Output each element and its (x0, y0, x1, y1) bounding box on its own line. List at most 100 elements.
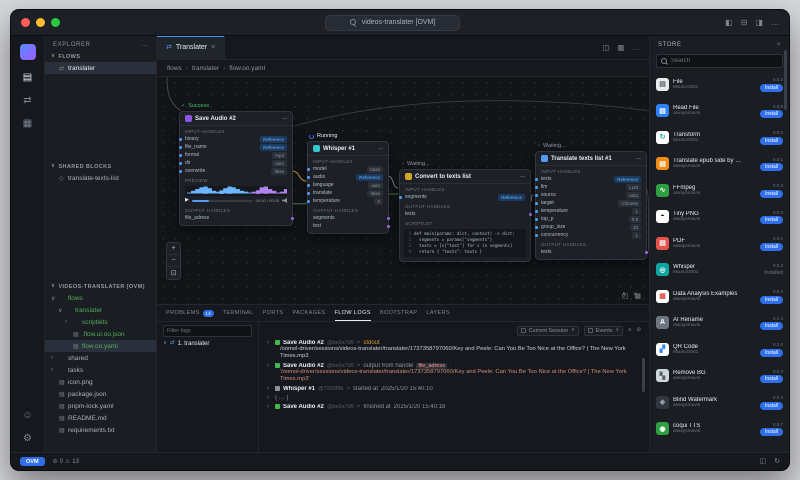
minimize-window-button[interactable] (36, 18, 45, 27)
layout-icon[interactable] (760, 458, 767, 465)
input-port-row[interactable]: temperature 0 (306, 197, 388, 205)
input-port-row[interactable]: concurrency 1 (534, 231, 646, 239)
account-icon[interactable] (22, 411, 32, 421)
file-tree-item[interactable]: › tasks (45, 364, 156, 376)
explorer-more-icon[interactable] (141, 42, 148, 48)
breadcrumb-translater[interactable]: translater (182, 65, 219, 72)
filter-logs-input[interactable] (163, 325, 252, 337)
section-project[interactable]: VIDEOS-TRANSLATER [OVM] (45, 282, 156, 292)
file-tree-item[interactable]: ▤ requirements.txt (45, 424, 156, 436)
section-flows[interactable]: FLOWS (45, 52, 156, 62)
volume-icon[interactable] (282, 198, 287, 203)
explorer-icon[interactable] (23, 73, 32, 83)
install-button[interactable]: Install (759, 401, 783, 410)
store-item[interactable]: ▤ Read File alwaysmavis 0.0.8 Install (655, 98, 784, 125)
store-item[interactable]: ◎ Whisper MixaUct001 0.0.2 Installed (655, 257, 784, 284)
install-button[interactable]: Install (759, 348, 783, 357)
expand-caret-icon[interactable]: › (267, 340, 272, 346)
sync-icon[interactable] (774, 458, 780, 465)
input-port-row[interactable]: top_p 0.9 (534, 215, 646, 223)
panel-tab[interactable]: PORTS (263, 305, 284, 321)
shared-block-item[interactable]: ◇ translate-texts-list (45, 172, 156, 184)
panel-tab[interactable]: PACKAGES (292, 305, 325, 321)
session-select[interactable]: Current Session (516, 325, 579, 336)
expand-caret-icon[interactable]: › (267, 363, 272, 369)
file-tree-item[interactable]: ∨ translater (45, 304, 156, 316)
panel-tab[interactable]: FLOW LOGS (335, 305, 371, 321)
file-tree-item[interactable]: ▤ flow.oo.yaml (45, 340, 156, 352)
seek-bar[interactable] (191, 199, 253, 202)
flow-canvas[interactable]: Success Save Audio #2 Input Handles bina… (157, 77, 649, 304)
maximize-window-button[interactable] (51, 18, 60, 27)
install-button[interactable]: Install (759, 163, 783, 171)
toggle-panel-icon[interactable] (741, 19, 748, 27)
maximize-panel-icon[interactable] (621, 292, 626, 299)
file-tree-item[interactable]: ▤ README.md (45, 412, 156, 424)
node-more-icon[interactable] (378, 146, 383, 151)
logs-scrollbar[interactable] (642, 358, 645, 392)
file-tree-item[interactable]: ▤ package.json (45, 388, 156, 400)
install-button[interactable]: Install (759, 322, 783, 330)
logs-tree-item-translater[interactable]: 1. translater (163, 341, 252, 347)
input-port-row[interactable]: audio Reference (306, 173, 388, 181)
input-port-row[interactable]: file_name Reference (178, 143, 292, 151)
install-button[interactable]: Install (759, 375, 783, 383)
install-button[interactable]: Install (759, 110, 783, 118)
input-port-row[interactable]: texts Reference (534, 175, 646, 183)
input-port-row[interactable]: temperature 1 (534, 207, 646, 215)
install-button[interactable]: Install (759, 189, 783, 198)
log-entry[interactable]: › Save Audio #2 @be6a7d9 > finished at 2… (267, 402, 639, 411)
store-search-input[interactable] (671, 58, 778, 64)
panel-tab[interactable]: PROBLEMS 14 (166, 305, 214, 321)
output-port-row[interactable]: text (308, 222, 390, 230)
node-translate-texts-list-1[interactable]: Waiting... Translate texts list #1 Input… (534, 143, 648, 260)
node-more-icon[interactable] (520, 174, 525, 179)
input-port-row[interactable]: format mp3 (178, 151, 292, 159)
store-item[interactable]: ↻ Transform MixaUct001 0.0.2 Install (655, 124, 784, 151)
input-port-row[interactable]: translate false (306, 189, 388, 197)
node-more-icon[interactable] (282, 116, 287, 121)
expand-caret-icon[interactable]: › (267, 395, 272, 401)
install-button[interactable]: Install (759, 295, 783, 304)
log-options-icon[interactable] (628, 328, 631, 334)
zoom-button[interactable]: ⊡ (167, 267, 180, 279)
node-header[interactable]: Convert to texts list (400, 170, 530, 184)
store-item[interactable]: ◈ Blind Watermark alwaysmavis 0.0.4 Inst… (655, 389, 784, 416)
input-port-row[interactable]: source auto (534, 191, 646, 199)
section-shared-blocks[interactable]: SHARED BLOCKS (45, 162, 156, 172)
store-item[interactable]: A AI Rename alwaysmavis 0.1.4 Install (655, 310, 784, 337)
store-item[interactable]: ◓ Tiny PNG alwaysmavis 0.0.3 Install (655, 204, 784, 231)
input-port-row[interactable]: language auto (306, 181, 388, 189)
input-port-row[interactable]: binary Reference (178, 135, 292, 143)
flows-icon[interactable] (23, 96, 31, 106)
node-header[interactable]: Whisper #1 (308, 142, 388, 156)
log-entry[interactable]: › Whisper #1 @7293f9b > started at 2025/… (267, 384, 639, 393)
install-button[interactable]: Install (759, 136, 783, 145)
output-port-row[interactable]: segments (308, 214, 390, 222)
events-select[interactable]: Events (583, 325, 624, 336)
toggle-sidebar-icon[interactable] (725, 19, 733, 27)
input-port-row[interactable]: overwrite false (178, 167, 292, 175)
flow-list-item[interactable]: ⇄ translater (45, 62, 156, 74)
input-port-row[interactable]: llm LLM (534, 183, 646, 191)
store-item[interactable]: ▦ Data Analysis Examples alwaysmavis 0.0… (655, 283, 784, 310)
scriptlet-code[interactable]: 1 def main(params: dict, context) -> dict… (404, 229, 526, 257)
node-save-audio-2[interactable]: Success Save Audio #2 Input Handles bina… (178, 103, 294, 226)
store-scrollbar[interactable] (784, 50, 787, 110)
ovm-badge[interactable]: OVM (20, 457, 45, 466)
audio-waveform[interactable]: ▁▃▅▇█▆▃▂▄▆█▇▅▃▂▁▂▄▇█▅▃▁▂▅▇█▆▄▂▁▃ (185, 186, 287, 196)
file-tree-item[interactable]: ▤ .flow.ui.oo.json (45, 328, 156, 340)
output-port-row[interactable]: texts (536, 248, 648, 256)
install-button[interactable]: Install (759, 83, 783, 92)
output-port-row[interactable]: texts (400, 210, 532, 218)
node-convert-to-texts-list[interactable]: Waiting... Convert to texts list Input H… (398, 161, 532, 262)
store-item[interactable]: ◉ coqui TTS alwaysmavis 0.0.7 Install (655, 416, 784, 443)
command-center[interactable]: videos-translater [OVM] (324, 14, 461, 31)
store-icon[interactable] (23, 119, 32, 129)
breadcrumb-flows[interactable]: flows (167, 65, 182, 72)
install-button[interactable]: Installed (764, 269, 783, 277)
log-entry[interactable]: › { … } (267, 393, 639, 402)
node-whisper-1[interactable]: Running Whisper #1 Input Handles model (306, 133, 390, 234)
close-store-icon[interactable] (777, 42, 781, 48)
editor-tab-translater[interactable]: Translater (157, 36, 226, 59)
